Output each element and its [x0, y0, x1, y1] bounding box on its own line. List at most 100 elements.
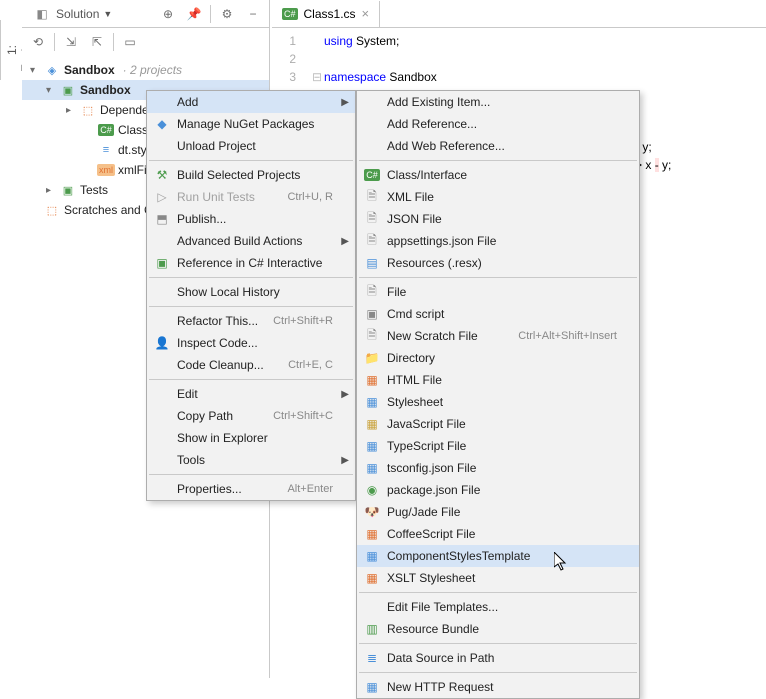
- tree-label: Depende: [100, 103, 149, 117]
- scratches-icon: ⬚: [44, 202, 60, 218]
- js-icon: ▦: [363, 415, 381, 433]
- file-icon: 🗎: [363, 283, 381, 301]
- menu-add-existing-item[interactable]: Add Existing Item...: [357, 91, 639, 113]
- back-icon[interactable]: ⟲: [28, 32, 48, 52]
- menu-new-scratch-file[interactable]: 🗎New Scratch FileCtrl+Alt+Shift+Insert: [357, 325, 639, 347]
- minimize-icon[interactable]: −: [243, 4, 263, 24]
- mouse-cursor-icon: [554, 552, 568, 577]
- menu-add[interactable]: Add▶: [147, 91, 355, 113]
- json-file-icon: 🗎: [363, 210, 381, 228]
- code-editor[interactable]: 1 2 3 using System; ⊟namespace Sandbox: [272, 28, 766, 86]
- menu-new-ts-file[interactable]: ▦TypeScript File: [357, 435, 639, 457]
- editor-tab-class1[interactable]: C# Class1.cs ×: [272, 1, 380, 27]
- menu-new-resources[interactable]: ▤Resources (.resx): [357, 252, 639, 274]
- menu-new-html-file[interactable]: ▦HTML File: [357, 369, 639, 391]
- menu-refactor[interactable]: Refactor This...Ctrl+Shift+R: [147, 310, 355, 332]
- menu-new-json-file[interactable]: 🗎JSON File: [357, 208, 639, 230]
- resx-icon: ▤: [363, 254, 381, 272]
- tree-root-solution[interactable]: ▾ ◈ Sandbox · 2 projects: [22, 60, 269, 80]
- menu-add-web-reference[interactable]: Add Web Reference...: [357, 135, 639, 157]
- styles-file-icon: ≡: [98, 142, 114, 158]
- gear-icon[interactable]: ⚙: [217, 4, 237, 24]
- menu-advanced-build[interactable]: Advanced Build Actions▶: [147, 230, 355, 252]
- submenu-arrow-icon: ▶: [341, 455, 349, 466]
- menu-unload-project[interactable]: Unload Project: [147, 135, 355, 157]
- menu-local-history[interactable]: Show Local History: [147, 281, 355, 303]
- menu-code-cleanup[interactable]: Code Cleanup...Ctrl+E, C: [147, 354, 355, 376]
- target-icon[interactable]: ⊕: [158, 4, 178, 24]
- menu-tools[interactable]: Tools▶: [147, 449, 355, 471]
- expand-arrow-icon: ▸: [66, 105, 76, 116]
- expand-arrow-icon: ▸: [46, 185, 56, 196]
- ts-icon: ▦: [363, 437, 381, 455]
- collapse-up-icon[interactable]: ⇱: [87, 32, 107, 52]
- appsettings-icon: 🗎: [363, 232, 381, 250]
- menu-new-appsettings[interactable]: 🗎appsettings.json File: [357, 230, 639, 252]
- dropdown-arrow-icon: ▼: [103, 9, 112, 19]
- http-icon: ▦: [363, 678, 381, 696]
- menu-properties[interactable]: Properties...Alt+Enter: [147, 478, 355, 500]
- solution-icon: ◧: [32, 4, 52, 24]
- code-content: using System; ⊟namespace Sandbox: [312, 32, 766, 86]
- package-json-icon: ◉: [363, 481, 381, 499]
- menu-new-cmd-script[interactable]: ▣Cmd script: [357, 303, 639, 325]
- menu-edit[interactable]: Edit▶: [147, 383, 355, 405]
- menu-new-directory[interactable]: 📁Directory: [357, 347, 639, 369]
- menu-new-pug-file[interactable]: 🐶Pug/Jade File: [357, 501, 639, 523]
- menu-new-class-interface[interactable]: C#Class/Interface: [357, 164, 639, 186]
- menu-new-js-file[interactable]: ▦JavaScript File: [357, 413, 639, 435]
- editor-tabs: C# Class1.cs ×: [272, 0, 766, 28]
- menu-reference-cs-interactive[interactable]: ▣Reference in C# Interactive: [147, 252, 355, 274]
- menu-new-package-json[interactable]: ◉package.json File: [357, 479, 639, 501]
- tree-label: Sandbox: [80, 83, 131, 97]
- view-icon[interactable]: ▭: [120, 32, 140, 52]
- database-icon: ≣: [363, 649, 381, 667]
- deps-icon: ⬚: [80, 102, 96, 118]
- xslt-icon: ▦: [363, 569, 381, 587]
- menu-inspect-code[interactable]: 👤Inspect Code...: [147, 332, 355, 354]
- nuget-icon: ◆: [153, 115, 171, 133]
- menu-new-coffee-file[interactable]: ▦CoffeeScript File: [357, 523, 639, 545]
- tree-label: Tests: [80, 183, 108, 197]
- submenu-arrow-icon: ▶: [341, 97, 349, 108]
- menu-publish[interactable]: ⬒Publish...: [147, 208, 355, 230]
- tree-label: Sandbox: [64, 63, 115, 77]
- menu-show-in-explorer[interactable]: Show in Explorer: [147, 427, 355, 449]
- menu-edit-file-templates[interactable]: Edit File Templates...: [357, 596, 639, 618]
- menu-new-xml-file[interactable]: 🗎XML File: [357, 186, 639, 208]
- cs-file-icon: C#: [98, 124, 114, 136]
- menu-data-source-in-path[interactable]: ≣Data Source in Path: [357, 647, 639, 669]
- menu-nuget[interactable]: ◆Manage NuGet Packages: [147, 113, 355, 135]
- menu-copy-path[interactable]: Copy PathCtrl+Shift+C: [147, 405, 355, 427]
- scratch-icon: 🗎: [363, 327, 381, 345]
- menu-run-unit-tests: ▷Run Unit TestsCtrl+U, R: [147, 186, 355, 208]
- solution-label: Solution: [56, 7, 99, 21]
- build-icon: ⚒: [153, 166, 171, 184]
- xml-file-icon: 🗎: [363, 188, 381, 206]
- menu-new-stylesheet[interactable]: ▦Stylesheet: [357, 391, 639, 413]
- tab-close-icon[interactable]: ×: [362, 6, 370, 21]
- folder-icon: 📁: [363, 349, 381, 367]
- menu-new-http-request[interactable]: ▦New HTTP Request: [357, 676, 639, 698]
- expand-arrow-icon: ▾: [30, 65, 40, 76]
- publish-icon: ⬒: [153, 210, 171, 228]
- pin-icon[interactable]: 📌: [184, 4, 204, 24]
- cs-interactive-icon: ▣: [153, 254, 171, 272]
- menu-resource-bundle[interactable]: ▥Resource Bundle: [357, 618, 639, 640]
- menu-build-selected[interactable]: ⚒Build Selected Projects: [147, 164, 355, 186]
- xml-file-icon: xml: [97, 164, 115, 176]
- tree-meta: · 2 projects: [123, 63, 182, 77]
- collapse-down-icon[interactable]: ⇲: [61, 32, 81, 52]
- menu-new-tsconfig[interactable]: ▦tsconfig.json File: [357, 457, 639, 479]
- tsconfig-icon: ▦: [363, 459, 381, 477]
- tab-label: Class1.cs: [304, 7, 356, 21]
- menu-new-file[interactable]: 🗎File: [357, 281, 639, 303]
- csproj-icon: ▣: [60, 182, 76, 198]
- solution-dropdown[interactable]: ◧ Solution ▼: [28, 2, 116, 26]
- menu-add-reference[interactable]: Add Reference...: [357, 113, 639, 135]
- inspect-icon: 👤: [153, 334, 171, 352]
- pug-icon: 🐶: [363, 503, 381, 521]
- add-submenu: Add Existing Item... Add Reference... Ad…: [356, 90, 640, 699]
- menu-component-styles-template[interactable]: ▦ComponentStylesTemplate: [357, 545, 639, 567]
- menu-new-xslt[interactable]: ▦XSLT Stylesheet: [357, 567, 639, 589]
